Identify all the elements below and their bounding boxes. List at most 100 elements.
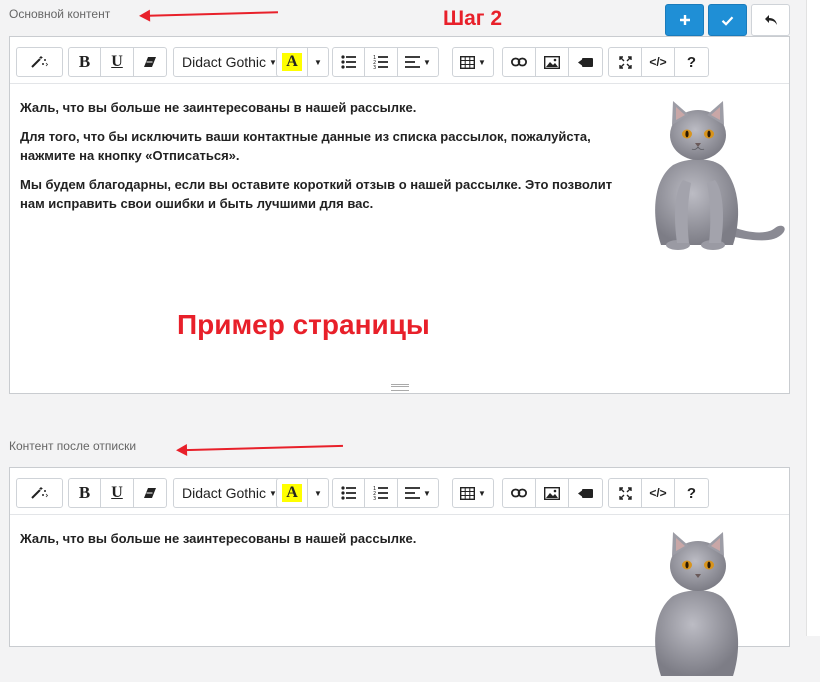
eraser-button[interactable]: [134, 479, 166, 507]
link-icon: [511, 57, 527, 67]
color-group: A ▼: [276, 47, 329, 77]
code-view-button[interactable]: </>: [642, 48, 675, 76]
underline-button[interactable]: U: [101, 48, 134, 76]
video-icon: [577, 488, 593, 498]
magic-wand-icon: [30, 487, 48, 499]
video-button[interactable]: [569, 479, 602, 507]
table-dropdown[interactable]: ▼: [453, 479, 493, 507]
align-dropdown[interactable]: ▼: [398, 48, 438, 76]
ordered-list-icon: 123: [373, 55, 388, 69]
video-button[interactable]: [569, 48, 602, 76]
code-icon: </>: [649, 55, 667, 69]
fullscreen-button[interactable]: [609, 479, 642, 507]
table-dropdown[interactable]: ▼: [453, 48, 493, 76]
code-icon: </>: [649, 486, 667, 500]
annotation-example: Пример страницы: [177, 309, 430, 340]
fullscreen-icon: [618, 486, 632, 500]
paragraph-group: 123 ▼: [332, 47, 439, 77]
bullet-list-button[interactable]: [333, 48, 365, 76]
image-button[interactable]: [536, 479, 569, 507]
annotation-step: Шаг 2: [443, 7, 503, 30]
eraser-icon: [144, 57, 156, 67]
caret-down-icon: ▼: [314, 57, 322, 67]
insert-group: [502, 47, 603, 77]
ordered-list-button[interactable]: 123: [365, 48, 398, 76]
help-icon: ?: [686, 484, 697, 502]
check-icon: [721, 15, 734, 26]
magic-style-button[interactable]: [17, 479, 62, 507]
eraser-icon: [144, 488, 156, 498]
view-group: </> ?: [608, 478, 709, 508]
font-family-dropdown[interactable]: Didact Gothic ▼: [174, 479, 285, 507]
align-icon: [405, 56, 421, 68]
font-group: Didact Gothic ▼: [173, 478, 286, 508]
confirm-button[interactable]: [708, 4, 747, 36]
link-button[interactable]: [503, 479, 536, 507]
video-icon: [577, 57, 593, 67]
help-button[interactable]: ?: [675, 479, 708, 507]
color-dropdown-button[interactable]: ▼: [308, 48, 328, 76]
view-group: </> ?: [608, 47, 709, 77]
annotation-arrow-1: [147, 11, 279, 17]
color-dropdown-button[interactable]: ▼: [308, 479, 328, 507]
format-group: B U: [68, 478, 167, 508]
bullet-list-button[interactable]: [333, 479, 365, 507]
paragraph: Жаль, что вы больше не заинтересованы в …: [20, 100, 417, 115]
resize-handle[interactable]: [391, 384, 409, 391]
style-group: [16, 478, 63, 508]
link-icon: [511, 488, 527, 498]
paragraph: Мы будем благодарны, если вы оставите ко…: [20, 177, 613, 211]
table-group: ▼: [452, 478, 494, 508]
ordered-list-button[interactable]: 123: [365, 479, 398, 507]
help-button[interactable]: ?: [675, 48, 708, 76]
caret-down-icon: ▼: [314, 488, 322, 498]
paragraph-group: 123 ▼: [332, 478, 439, 508]
back-button[interactable]: [751, 4, 790, 36]
image-button[interactable]: [536, 48, 569, 76]
image-icon: [544, 486, 560, 500]
highlight-color-button[interactable]: A: [277, 479, 308, 507]
section-label-after-unsubscribe: Контент после отписки: [9, 439, 137, 453]
fullscreen-button[interactable]: [609, 48, 642, 76]
annotation-arrow-2: [185, 444, 343, 452]
magic-wand-icon: [30, 56, 48, 68]
align-dropdown[interactable]: ▼: [398, 479, 438, 507]
plus-icon: [679, 15, 690, 25]
section-label-main-content: Основной контент: [9, 7, 111, 21]
link-button[interactable]: [503, 48, 536, 76]
help-icon: ?: [686, 53, 697, 71]
code-view-button[interactable]: </>: [642, 479, 675, 507]
cat-image: [655, 101, 785, 250]
editor-toolbar: B U Didact Gothic ▼ A ▼ 123 ▼ ▼ </> ?: [10, 37, 789, 84]
bold-button[interactable]: B: [69, 479, 101, 507]
cat-image: [655, 532, 739, 676]
bold-button[interactable]: B: [69, 48, 101, 76]
list-icon: [340, 55, 356, 69]
editor-content[interactable]: Жаль, что вы больше не заинтересованы в …: [20, 98, 639, 223]
svg-text:3: 3: [373, 496, 376, 500]
ordered-list-icon: 123: [373, 486, 388, 500]
magic-style-button[interactable]: [17, 48, 62, 76]
font-group: Didact Gothic ▼: [173, 47, 286, 77]
table-icon: [460, 486, 476, 500]
editor-content[interactable]: Жаль, что вы больше не заинтересованы в …: [20, 529, 639, 558]
table-group: ▼: [452, 47, 494, 77]
insert-group: [502, 478, 603, 508]
table-icon: [460, 55, 476, 69]
color-group: A ▼: [276, 478, 329, 508]
font-family-dropdown[interactable]: Didact Gothic ▼: [174, 48, 285, 76]
reply-icon: [764, 15, 777, 25]
format-group: B U: [68, 47, 167, 77]
editor-after-unsubscribe[interactable]: B U Didact Gothic ▼ A ▼ 123 ▼ ▼ </> ? Жа…: [9, 467, 790, 676]
highlight-color-button[interactable]: A: [277, 48, 308, 76]
eraser-button[interactable]: [134, 48, 166, 76]
svg-text:3: 3: [373, 65, 376, 69]
style-group: [16, 47, 63, 77]
add-button[interactable]: [665, 4, 704, 36]
editor-toolbar: B U Didact Gothic ▼ A ▼ 123 ▼ ▼ </> ?: [10, 468, 789, 515]
page-scrollbar[interactable]: [806, 0, 820, 636]
underline-button[interactable]: U: [101, 479, 134, 507]
image-icon: [544, 55, 560, 69]
paragraph: Жаль, что вы больше не заинтересованы в …: [20, 531, 417, 546]
list-icon: [340, 486, 356, 500]
